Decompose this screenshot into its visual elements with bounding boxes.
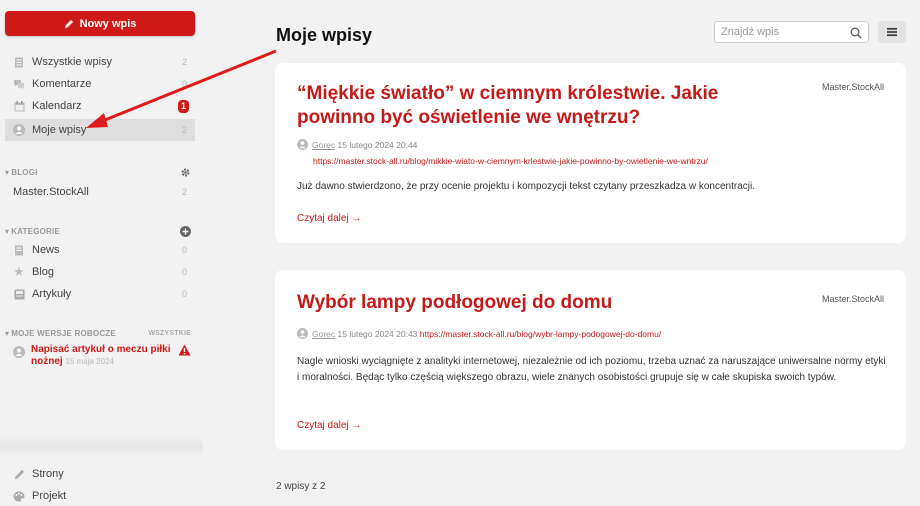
categories-section-header: ▾ Kategorie (5, 224, 195, 238)
warning-icon (178, 344, 191, 360)
count: 2 (181, 187, 187, 197)
pagination-summary: 2 wpisy z 2 (276, 481, 326, 492)
hamburger-icon (887, 28, 897, 36)
sidebar-item-label: Strony (32, 468, 64, 480)
search-box (714, 21, 869, 43)
count: 2 (181, 125, 187, 135)
sidebar-item-blog-masterstockall[interactable]: Master.StockAll 2 (5, 181, 195, 203)
article-icon (13, 288, 25, 300)
user-icon (297, 139, 308, 154)
post-meta: Gorec 15 lutego 2024 20:44 https://maste… (297, 138, 708, 168)
document-icon (13, 244, 25, 256)
sidebar-divider (0, 436, 203, 456)
post-author[interactable]: Gorec (312, 329, 335, 339)
sidebar-item-label: Komentarze (32, 78, 92, 90)
post-title[interactable]: “Miękkie światło” w ciemnym królestwie. … (297, 82, 767, 130)
post-title[interactable]: Wybór lampy podłogowej do domu (297, 291, 767, 315)
post-excerpt: Nagle wnioski wyciągnięte z analityki in… (297, 356, 886, 383)
post-author[interactable]: Gorec (312, 140, 335, 150)
palette-icon (13, 490, 25, 502)
sidebar-item-label: Blog (32, 266, 55, 278)
count: 0 (181, 245, 187, 255)
post-excerpt: Już dawno stwierdzono, że przy ocenie pr… (297, 181, 755, 192)
post-card: “Miękkie światło” w ciemnym królestwie. … (275, 63, 906, 243)
count: 0 (181, 267, 187, 277)
sidebar-item-label: Projekt (32, 490, 67, 502)
section-title: Moje wersje robocze (11, 328, 116, 338)
draft-date: 15 maja 2024 (65, 357, 114, 366)
drafts-section-header: ▾ Moje wersje robocze Wszystkie (5, 326, 195, 340)
new-post-button[interactable]: Nowy wpis (5, 11, 195, 36)
sidebar-item-calendar[interactable]: Kalendarz 1 (5, 95, 195, 117)
sidebar-item-project[interactable]: Projekt (5, 485, 195, 506)
pencil-icon (64, 19, 73, 28)
sidebar-item-category-news[interactable]: News 0 (5, 239, 195, 261)
post-date: 15 lutego 2024 20:44 (337, 140, 418, 150)
notification-badge: 1 (178, 99, 189, 113)
post-blog[interactable]: Master.StockAll (822, 294, 884, 304)
sidebar-item-comments[interactable]: Komentarze 0 (5, 73, 195, 95)
sidebar-item-my-posts[interactable]: Moje wpisy 2 (5, 119, 195, 141)
sidebar-item-all-posts[interactable]: Wszystkie wpisy 2 (5, 51, 195, 73)
search-icon[interactable] (850, 26, 862, 44)
new-post-label: Nowy wpis (79, 17, 137, 30)
post-url[interactable]: https://master.stock-all.ru/blog/wybr-la… (420, 329, 661, 339)
collapse-triangle-icon[interactable]: ▾ (5, 329, 9, 338)
post-blog[interactable]: Master.StockAll (822, 82, 884, 92)
user-icon (297, 328, 308, 343)
sidebar: Nowy wpis Wszystkie wpisy 2 Komentarze 0… (0, 0, 203, 506)
sidebar-item-category-blog[interactable]: ★ Blog 0 (5, 261, 195, 283)
add-icon[interactable] (180, 225, 191, 237)
post-meta: Gorec 15 lutego 2024 20:43 https://maste… (297, 327, 661, 343)
collapse-triangle-icon[interactable]: ▾ (5, 168, 9, 177)
sidebar-item-label: News (32, 244, 60, 256)
sidebar-item-label: Moje wpisy (32, 124, 87, 136)
read-more-link[interactable]: Czytaj dalej → (297, 213, 361, 224)
section-title: Blogi (11, 167, 38, 177)
sidebar-item-label: Master.StockAll (13, 186, 89, 198)
star-icon: ★ (13, 264, 25, 279)
gear-icon[interactable] (180, 167, 191, 178)
user-icon (13, 124, 25, 136)
page-title: Moje wpisy (276, 25, 373, 45)
sidebar-item-category-articles[interactable]: Artykuły 0 (5, 283, 195, 305)
calendar-icon (13, 100, 25, 112)
count: 0 (181, 79, 187, 89)
comments-icon (13, 78, 25, 90)
document-icon (13, 56, 25, 68)
sidebar-item-pages[interactable]: Strony (5, 463, 195, 485)
menu-button[interactable] (878, 21, 906, 43)
post-card: Wybór lampy podłogowej do domu Master.St… (275, 270, 906, 450)
sidebar-item-label: Wszystkie wpisy (32, 56, 113, 68)
post-url[interactable]: https://master.stock-all.ru/blog/mikkie-… (297, 156, 708, 166)
count: 2 (181, 57, 187, 67)
sidebar-item-label: Artykuły (32, 288, 72, 300)
section-title: Kategorie (11, 226, 60, 236)
collapse-triangle-icon[interactable]: ▾ (5, 227, 9, 236)
sidebar-item-label: Kalendarz (32, 100, 82, 112)
pencil-icon (13, 468, 25, 480)
draft-item[interactable]: Napisać artykuł o meczu piłki nożnej 15 … (5, 344, 195, 368)
search-input[interactable] (715, 23, 845, 41)
drafts-all-link[interactable]: Wszystkie (148, 330, 191, 337)
read-more-link[interactable]: Czytaj dalej → (297, 420, 361, 431)
blogs-section-header: ▾ Blogi (5, 165, 195, 179)
user-icon (13, 346, 25, 362)
post-date: 15 lutego 2024 20:43 (337, 329, 418, 339)
count: 0 (181, 289, 187, 299)
